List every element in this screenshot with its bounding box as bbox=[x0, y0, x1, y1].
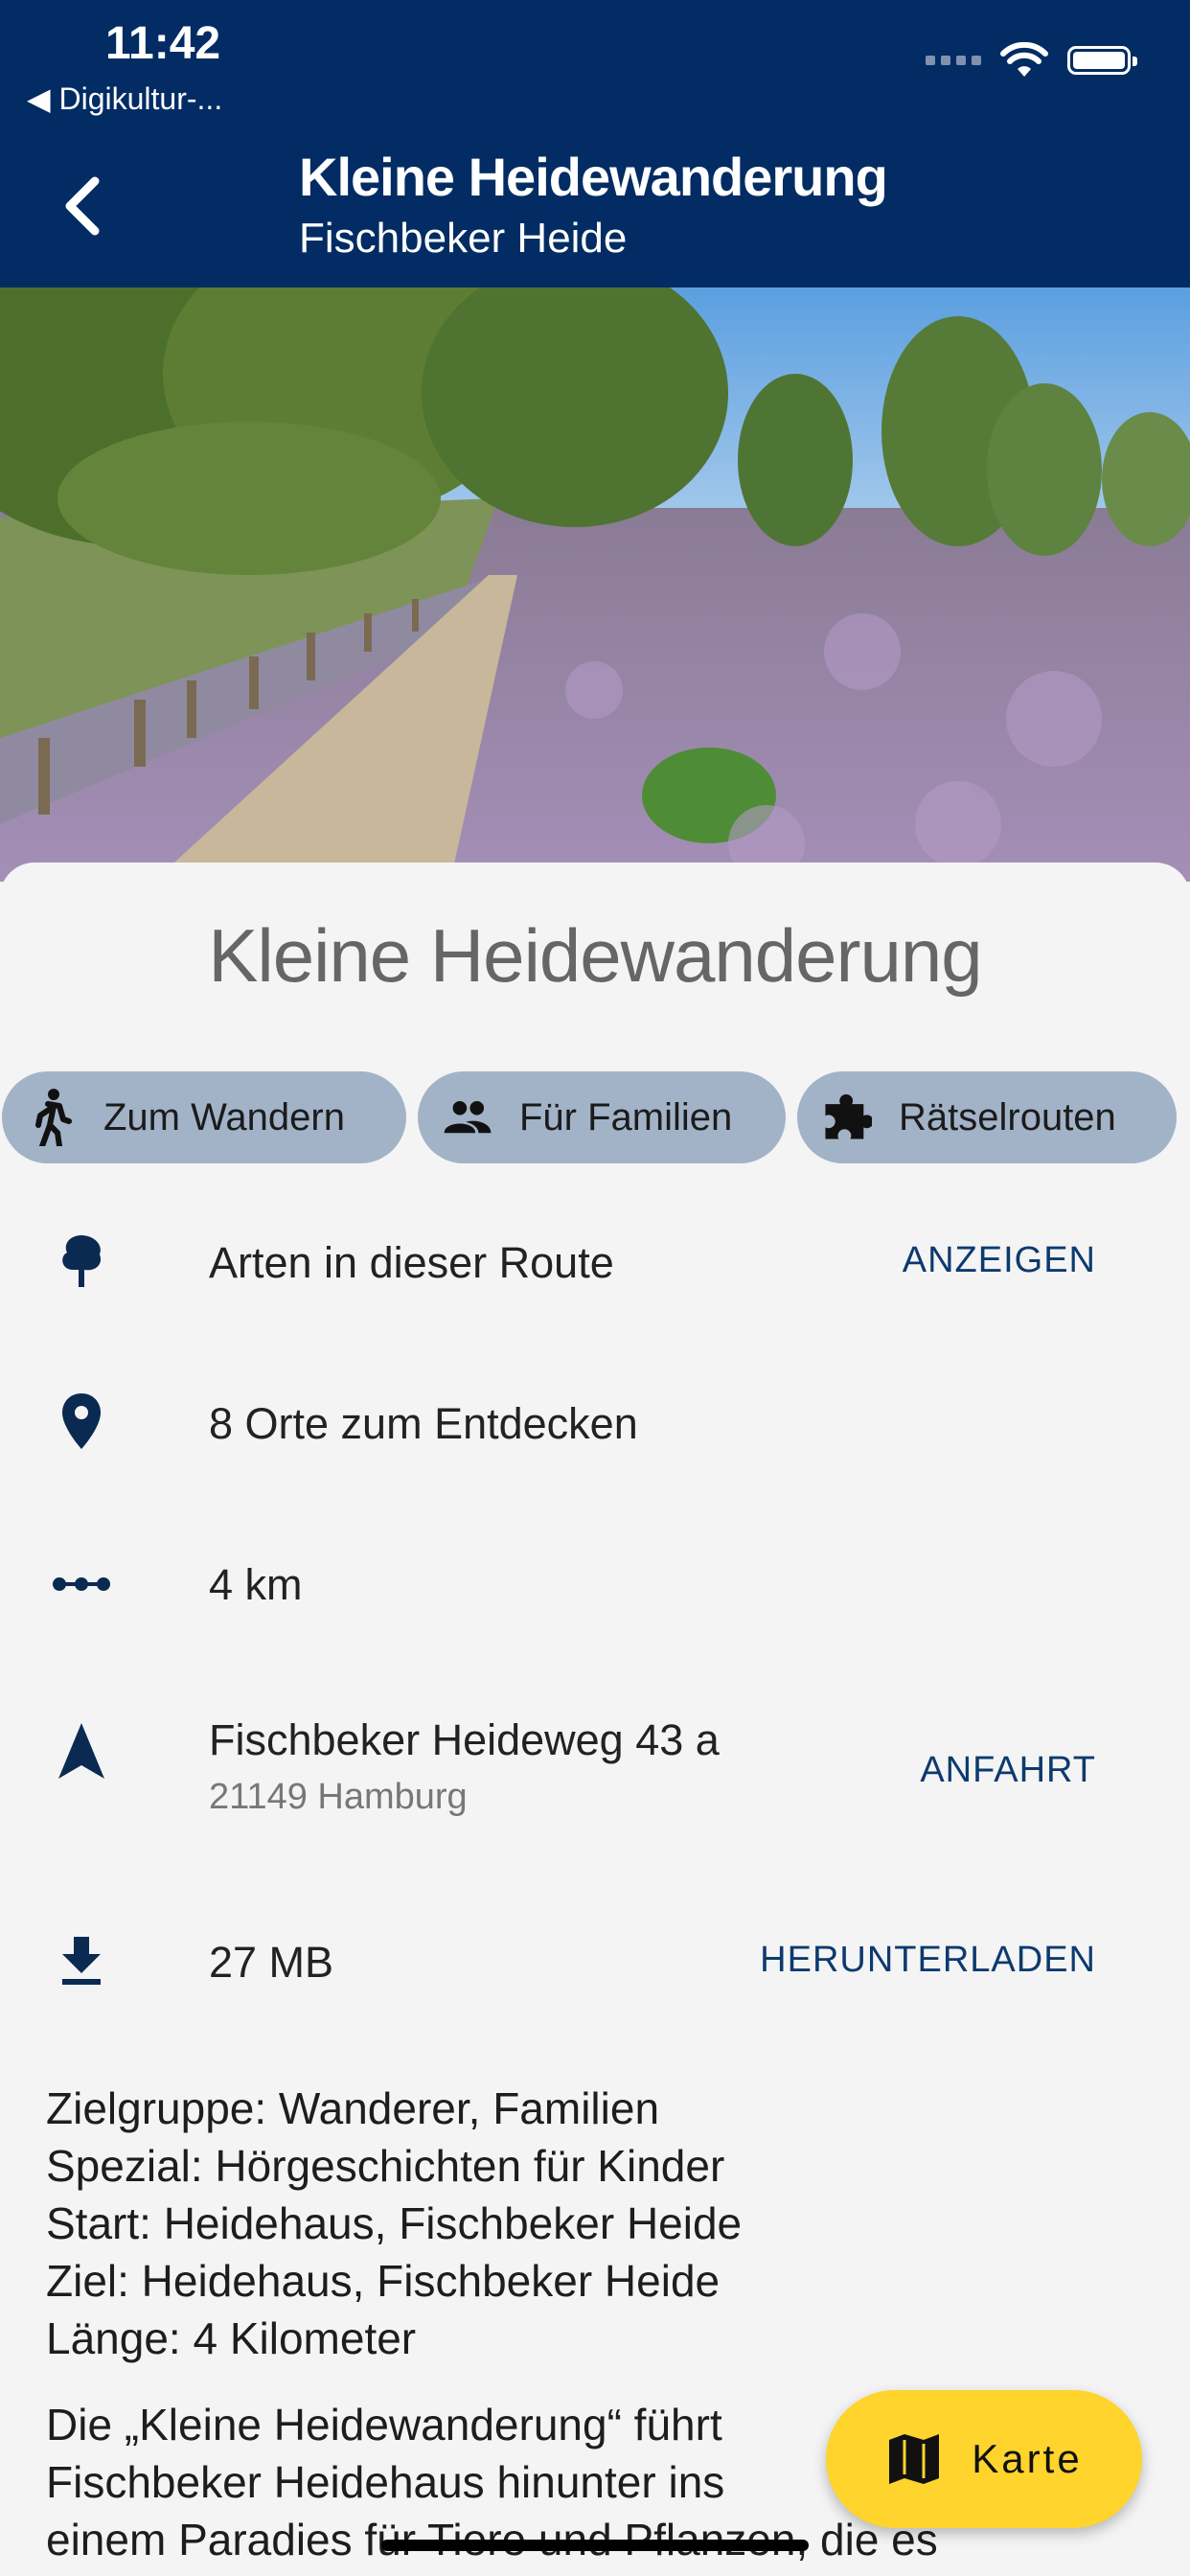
places-label: 8 Orte zum Entdecken bbox=[209, 1399, 638, 1448]
chevron-left-icon bbox=[65, 176, 100, 236]
info-line: Ziel: Heidehaus, Fischbeker Heide bbox=[46, 2256, 721, 2306]
chip-label: Zum Wandern bbox=[103, 1095, 345, 1138]
download-icon bbox=[48, 1926, 115, 1993]
address-row[interactable]: Fischbeker Heideweg 43 a 21149 Hamburg A… bbox=[0, 1708, 1190, 1823]
route-title: Kleine Heidewanderung bbox=[208, 913, 982, 998]
status-time: 11:42 bbox=[105, 18, 221, 69]
page-title: Kleine Heidewanderung bbox=[299, 147, 888, 207]
puzzle-icon bbox=[822, 1092, 872, 1142]
distance-row: 4 km bbox=[0, 1547, 1190, 1623]
chip-fuer-familien[interactable]: Für Familien bbox=[418, 1071, 786, 1163]
show-species-button[interactable]: ANZEIGEN bbox=[903, 1240, 1096, 1281]
download-row[interactable]: 27 MB HERUNTERLADEN bbox=[0, 1922, 1190, 1999]
home-indicator[interactable] bbox=[381, 2540, 809, 2551]
route-dots-icon bbox=[48, 1551, 115, 1618]
directions-button[interactable]: ANFAHRT bbox=[920, 1750, 1096, 1791]
route-info: Zielgruppe: Wanderer, Familien Spezial: … bbox=[46, 2080, 742, 2367]
location-pin-icon bbox=[48, 1388, 115, 1455]
address-city: 21149 Hamburg bbox=[209, 1777, 468, 1817]
chip-label: Für Familien bbox=[519, 1095, 733, 1138]
back-button[interactable] bbox=[38, 163, 125, 249]
status-icons bbox=[926, 42, 1137, 79]
signal-icon bbox=[926, 56, 981, 65]
address-street: Fischbeker Heideweg 43 a bbox=[209, 1715, 720, 1764]
info-line: Zielgruppe: Wanderer, Familien bbox=[46, 2083, 660, 2133]
distance-label: 4 km bbox=[209, 1560, 303, 1609]
map-button[interactable]: Karte bbox=[826, 2390, 1142, 2528]
detail-sheet: Kleine Heidewanderung Zum Wandern Für Fa… bbox=[0, 862, 1190, 2576]
navigation-arrow-icon bbox=[48, 1717, 115, 1784]
places-row: 8 Orte zum Entdecken bbox=[0, 1386, 1190, 1462]
chip-zum-wandern[interactable]: Zum Wandern bbox=[2, 1071, 406, 1163]
back-to-app-link[interactable]: ◀ Digikultur-... bbox=[27, 80, 222, 117]
download-button[interactable]: HERUNTERLADEN bbox=[760, 1940, 1096, 1981]
battery-icon bbox=[1067, 46, 1137, 75]
wifi-icon bbox=[1000, 42, 1048, 77]
tree-icon bbox=[48, 1227, 115, 1294]
species-row[interactable]: Arten in dieser Route ANZEIGEN bbox=[0, 1225, 1190, 1301]
people-icon bbox=[443, 1092, 492, 1142]
map-icon bbox=[889, 2434, 940, 2484]
info-line: Start: Heidehaus, Fischbeker Heide bbox=[46, 2198, 743, 2248]
category-chips: Zum Wandern Für Familien Rätselrouten bbox=[0, 1071, 1190, 1163]
hero-image bbox=[0, 288, 1190, 882]
map-button-label: Karte bbox=[972, 2436, 1083, 2481]
info-line: Länge: 4 Kilometer bbox=[46, 2313, 417, 2363]
chip-raetselrouten[interactable]: Rätselrouten bbox=[797, 1071, 1177, 1163]
page-subtitle: Fischbeker Heide bbox=[299, 215, 628, 262]
walk-icon bbox=[27, 1089, 77, 1146]
download-size: 27 MB bbox=[209, 1938, 334, 1987]
species-label: Arten in dieser Route bbox=[209, 1238, 614, 1287]
app-header: 11:42 ◀ Digikultur-... Kleine Heidewande… bbox=[0, 0, 1190, 288]
info-line: Spezial: Hörgeschichten für Kinder bbox=[46, 2141, 725, 2191]
chip-label: Rätselrouten bbox=[899, 1095, 1116, 1138]
